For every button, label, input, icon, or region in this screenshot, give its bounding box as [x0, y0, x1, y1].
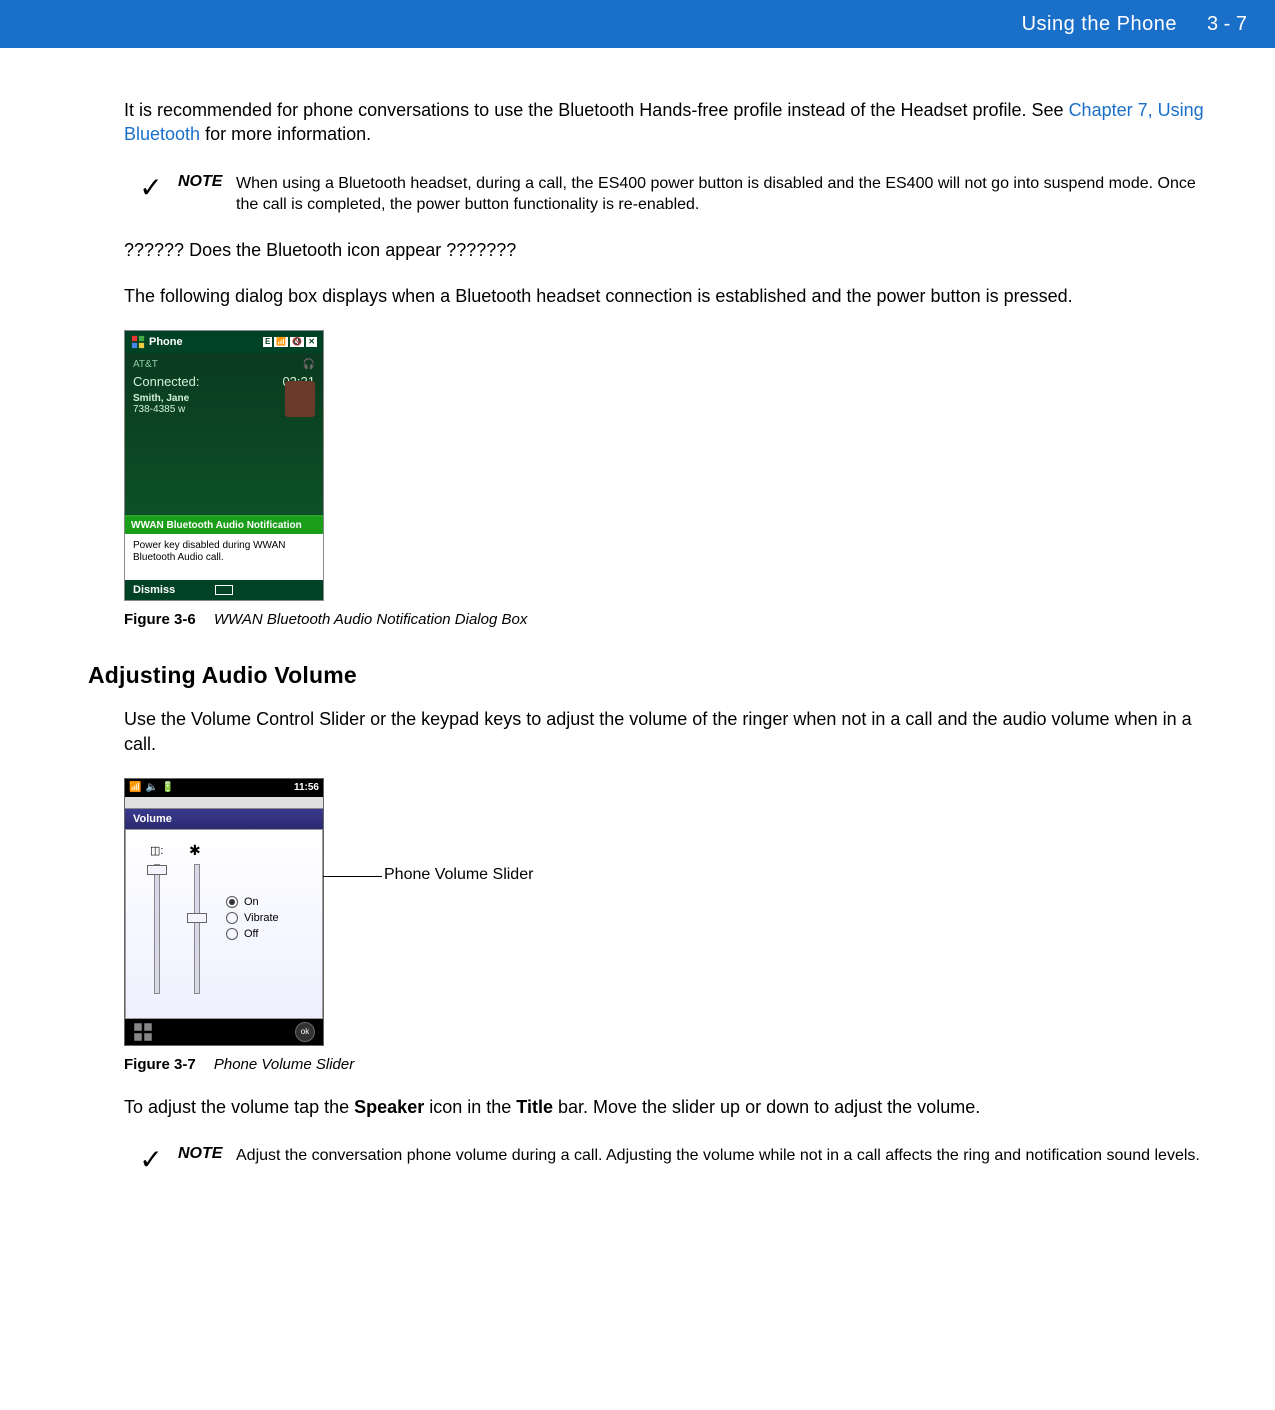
phone-title-bar: Phone E 📶 🔇 ✕ [125, 331, 323, 353]
ok-button[interactable]: ok [295, 1022, 315, 1042]
radio-off-label: Off [244, 928, 258, 940]
speaker-icon: 🔈 [145, 782, 157, 793]
notification-panel: WWAN Bluetooth Audio Notification Power … [125, 515, 323, 580]
carrier-label: AT&T [133, 359, 158, 370]
radio-vibrate-label: Vibrate [244, 912, 279, 924]
keyboard-icon[interactable] [215, 585, 233, 595]
intro-text-b: for more information. [200, 124, 371, 144]
checkmark-icon: ✓ [124, 169, 178, 204]
connected-label: Connected: [133, 374, 200, 389]
edge-icon: E [263, 337, 272, 347]
phone-screenshot-2: 📶 🔈 🔋 11:56 Volume ◫: ✱ [124, 778, 324, 1046]
windows-start-icon [131, 335, 145, 349]
question-line: ?????? Does the Bluetooth icon appear ??… [124, 238, 1207, 262]
contact-avatar [285, 381, 315, 417]
figure-6: Phone E 📶 🔇 ✕ AT&T 🎧 Connected: 02:21 [124, 330, 1207, 628]
figure-6-caption: Figure 3-6 WWAN Bluetooth Audio Notifica… [124, 611, 1207, 628]
phone-call-screen: AT&T 🎧 Connected: 02:21 Smith, Jane 738-… [125, 353, 323, 515]
figure-7-text: Phone Volume Slider [214, 1056, 354, 1073]
header-title: Using the Phone [1022, 13, 1177, 36]
radio-on[interactable]: On [226, 896, 279, 908]
ring-mode-radios: On Vibrate Off [226, 896, 279, 944]
device-volume-icon: ◫: [150, 844, 163, 857]
volume-panel-title: Volume [125, 809, 323, 829]
notification-body: Power key disabled during WWAN Bluetooth… [125, 534, 323, 580]
speaker-word: Speaker [354, 1097, 424, 1117]
volume-panel: ◫: ✱ On Vibrate [125, 829, 323, 1019]
dialog-intro: The following dialog box displays when a… [124, 284, 1207, 308]
page-header: Using the Phone 3 - 7 [0, 0, 1275, 48]
slider-thumb[interactable] [147, 865, 167, 875]
callout-line [322, 876, 382, 877]
slider-thumb[interactable] [187, 913, 207, 923]
note-block-2: ✓ NOTE Adjust the conversation phone vol… [124, 1141, 1207, 1176]
phone-softkey-bar: Dismiss [125, 580, 323, 600]
title-word: Title [516, 1097, 553, 1117]
battery-icon: 🔋 [162, 782, 174, 793]
toolbar-strip [125, 797, 323, 809]
bottom-bar: ok [125, 1019, 323, 1045]
clock: 11:56 [294, 782, 319, 793]
intro-paragraph: It is recommended for phone conversation… [124, 98, 1207, 147]
callout-label: Phone Volume Slider [384, 866, 533, 884]
checkmark-icon: ✓ [124, 1141, 178, 1176]
section-heading: Adjusting Audio Volume [88, 662, 1207, 689]
radio-vibrate[interactable]: Vibrate [226, 912, 279, 924]
figure-7-number: Figure 3-7 [124, 1056, 196, 1073]
phone-volume-slider[interactable] [194, 864, 200, 994]
intro-text-a: It is recommended for phone conversation… [124, 100, 1069, 120]
close-icon: ✕ [306, 337, 317, 347]
figure-7: 📶 🔈 🔋 11:56 Volume ◫: ✱ [124, 778, 1207, 1046]
note-label: NOTE [178, 1141, 236, 1163]
windows-start-icon[interactable] [133, 1022, 153, 1042]
radio-off[interactable]: Off [226, 928, 279, 940]
note-text: When using a Bluetooth headset, during a… [236, 169, 1207, 216]
figure-6-text: WWAN Bluetooth Audio Notification Dialog… [214, 611, 527, 628]
status-bar: 📶 🔈 🔋 11:56 [125, 779, 323, 797]
phone-app-title: Phone [149, 336, 183, 348]
speaker-icon: 🔇 [290, 337, 304, 347]
header-page-number: 3 - 7 [1207, 13, 1247, 36]
note-block-1: ✓ NOTE When using a Bluetooth headset, d… [124, 169, 1207, 216]
figure-6-number: Figure 3-6 [124, 611, 196, 628]
notification-title: WWAN Bluetooth Audio Notification [125, 517, 323, 534]
radio-on-label: On [244, 896, 259, 908]
phone-screenshot-1: Phone E 📶 🔇 ✕ AT&T 🎧 Connected: 02:21 [124, 330, 324, 601]
dismiss-button[interactable]: Dismiss [133, 584, 175, 596]
device-volume-slider[interactable] [154, 864, 160, 994]
figure-7-caption: Figure 3-7 Phone Volume Slider [124, 1056, 1207, 1073]
adjust-instruction: To adjust the volume tap the Speaker ico… [124, 1095, 1207, 1119]
volume-intro: Use the Volume Control Slider or the key… [124, 707, 1207, 756]
note-label: NOTE [178, 169, 236, 191]
headset-icon: 🎧 [303, 359, 315, 370]
phone-volume-icon: ✱ [189, 842, 201, 859]
note-text: Adjust the conversation phone volume dur… [236, 1141, 1200, 1167]
signal-icon: 📶 [129, 782, 141, 793]
signal-icon: 📶 [274, 337, 288, 347]
